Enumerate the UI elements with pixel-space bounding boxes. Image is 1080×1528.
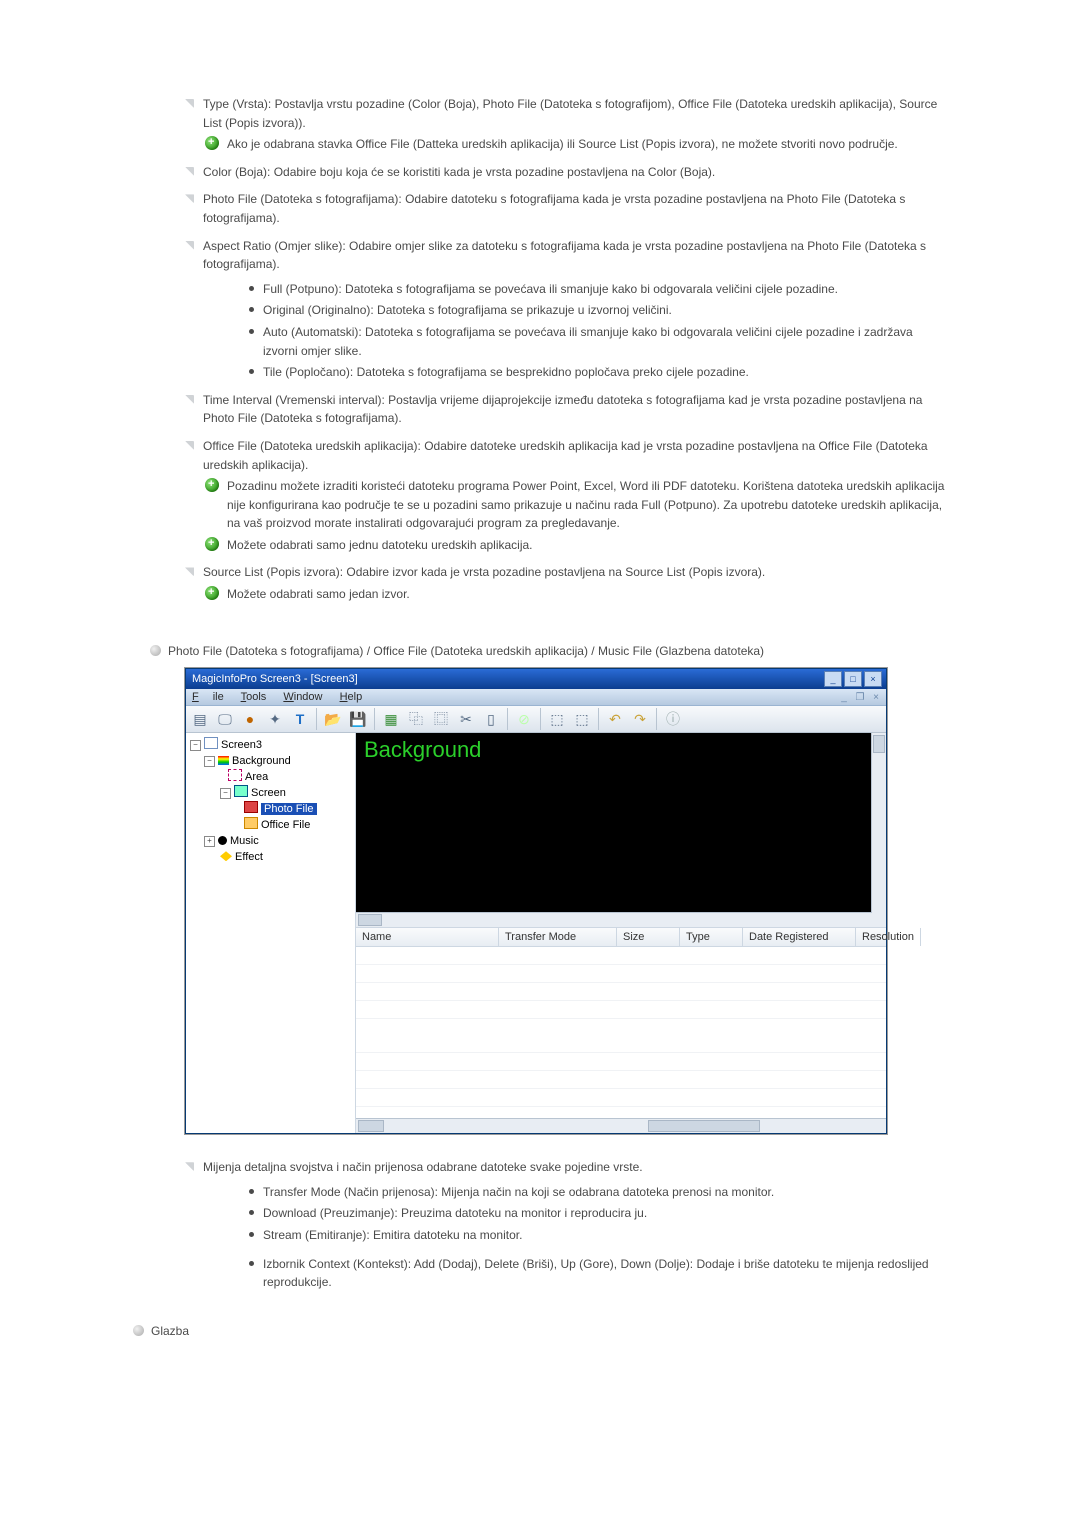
app-window: MagicInfoPro Screen3 - [Screen3] _ □ × F… <box>185 668 887 1134</box>
office-icon <box>244 817 258 829</box>
minimize-icon[interactable]: _ <box>824 671 842 687</box>
gear-icon[interactable]: ✦ <box>264 708 286 730</box>
context-menu: Izbornik Context (Kontekst): Add (Dodaj)… <box>249 1255 950 1292</box>
separator-icon <box>540 708 541 730</box>
table-row[interactable] <box>356 1089 886 1107</box>
item-source: Source List (Popis izvora): Odabire izvo… <box>185 563 950 603</box>
item-changes: Mijenja detaljna svojstva i način prijen… <box>185 1158 950 1292</box>
tree-photo-file[interactable]: Photo File <box>261 803 317 815</box>
menu-file[interactable]: File <box>192 691 224 703</box>
preview-label: Background <box>364 737 481 763</box>
note-type: Ako je odabrana stavka Office File (Datt… <box>205 135 950 154</box>
mdi-restore-icon[interactable]: ❐ <box>854 691 866 703</box>
separator-icon <box>598 708 599 730</box>
table-row[interactable] <box>356 1035 886 1053</box>
tree-music[interactable]: Music <box>230 835 259 847</box>
col-type[interactable]: Type <box>680 928 743 946</box>
note-office-2: Možete odabrati samo jednu datoteku ured… <box>205 536 950 555</box>
download: Download (Preuzimanje): Preuzima datotek… <box>249 1204 950 1223</box>
tree-panel: −Screen3 −Background Area −Screen Photo … <box>186 733 356 1133</box>
separator-icon <box>374 708 375 730</box>
send-back-icon[interactable]: ⬚ <box>571 708 593 730</box>
tree-effect[interactable]: Effect <box>235 851 263 863</box>
col-transfer-mode[interactable]: Transfer Mode <box>499 928 617 946</box>
mdi-bar: File Tools Window Help _ ❐ × <box>186 689 886 706</box>
aspect-full: Full (Potpuno): Datoteka s fotografijama… <box>249 280 950 299</box>
section-heading: Photo File (Datoteka s fotografijama) / … <box>150 642 950 661</box>
redo-icon[interactable]: ↷ <box>629 708 651 730</box>
separator-icon <box>316 708 317 730</box>
bring-front-icon[interactable]: ⬚ <box>546 708 568 730</box>
screen-icon[interactable]: 🖵 <box>214 708 236 730</box>
picture-icon[interactable]: ▦ <box>380 708 402 730</box>
item-time: Time Interval (Vremenski interval): Post… <box>185 391 950 428</box>
screen-icon <box>204 737 218 749</box>
transfer-mode: Transfer Mode (Način prijenosa): Mijenja… <box>249 1183 950 1202</box>
text: Type (Vrsta): Postavlja vrstu pozadine (… <box>203 97 937 130</box>
preview-area: Background <box>356 733 886 928</box>
scrollbar-vertical[interactable] <box>871 733 886 927</box>
area-icon <box>228 769 242 781</box>
table-row[interactable] <box>356 1053 886 1071</box>
table-row[interactable] <box>356 947 886 965</box>
tree-office-file[interactable]: Office File <box>261 819 310 831</box>
info-icon[interactable]: ⓘ <box>662 708 684 730</box>
menu-tools[interactable]: Tools <box>241 691 267 703</box>
tree-background[interactable]: Background <box>232 755 291 767</box>
tool-icon[interactable]: ▤ <box>189 708 211 730</box>
titlebar: MagicInfoPro Screen3 - [Screen3] _ □ × <box>186 669 886 689</box>
close-icon[interactable]: × <box>864 671 882 687</box>
item-office: Office File (Datoteka uredskih aplikacij… <box>185 437 950 555</box>
section-glazba: Glazba <box>133 1322 950 1341</box>
globe-icon[interactable]: ● <box>239 708 261 730</box>
tree-screen[interactable]: Screen <box>251 787 286 799</box>
item-aspect: Aspect Ratio (Omjer slike): Odabire omje… <box>185 237 950 382</box>
copy-icon[interactable]: ⿻ <box>405 708 427 730</box>
save-icon[interactable]: 💾 <box>347 708 369 730</box>
col-size[interactable]: Size <box>617 928 680 946</box>
aspect-tile: Tile (Popločano): Datoteka s fotografija… <box>249 363 950 382</box>
paste-icon[interactable]: ⿴ <box>430 708 452 730</box>
scrollbar-horizontal[interactable] <box>356 1118 886 1133</box>
scrollbar-horizontal[interactable] <box>356 912 872 927</box>
col-name[interactable]: Name <box>356 928 499 946</box>
table-row[interactable] <box>356 1001 886 1019</box>
separator-icon <box>507 708 508 730</box>
item-type: Type (Vrsta): Postavlja vrstu pozadine (… <box>185 95 950 154</box>
doc-icon[interactable]: ▯ <box>480 708 502 730</box>
mdi-close-icon[interactable]: × <box>870 691 882 703</box>
text-icon[interactable]: T <box>289 708 311 730</box>
col-date[interactable]: Date Registered <box>743 928 856 946</box>
open-icon[interactable]: 📂 <box>322 708 344 730</box>
aspect-original: Original (Originalno): Datoteka s fotogr… <box>249 301 950 320</box>
mdi-minimize-icon[interactable]: _ <box>838 691 850 703</box>
music-icon <box>218 836 227 845</box>
effect-icon <box>220 851 232 861</box>
menu-window[interactable]: Window <box>283 691 322 703</box>
table-row[interactable] <box>356 1071 886 1089</box>
col-resolution[interactable]: Resolution <box>856 928 921 946</box>
maximize-icon[interactable]: □ <box>844 671 862 687</box>
stream: Stream (Emitiranje): Emitira datoteku na… <box>249 1226 950 1245</box>
table-row[interactable] <box>356 983 886 1001</box>
note-source: Možete odabrati samo jedan izvor. <box>205 585 950 604</box>
file-grid: Name Transfer Mode Size Type Date Regist… <box>356 928 886 1133</box>
block-icon[interactable]: ⊘ <box>513 708 535 730</box>
background-icon <box>218 756 229 765</box>
table-row[interactable] <box>356 965 886 983</box>
screen-node-icon <box>234 785 248 797</box>
photo-icon <box>244 801 258 813</box>
tree-screen3[interactable]: Screen3 <box>221 739 262 751</box>
app-title: MagicInfoPro Screen3 - [Screen3] <box>192 673 358 685</box>
undo-icon[interactable]: ↶ <box>604 708 626 730</box>
cut-icon[interactable]: ✂ <box>455 708 477 730</box>
separator-icon <box>656 708 657 730</box>
toolbar: ▤ 🖵 ● ✦ T 📂 💾 ▦ ⿻ ⿴ ✂ ▯ ⊘ ⬚ ⬚ ↶ ↷ ⓘ <box>186 706 886 733</box>
menu-help[interactable]: Help <box>340 691 363 703</box>
tree-area[interactable]: Area <box>245 771 268 783</box>
item-color: Color (Boja): Odabire boju koja će se ko… <box>185 163 950 182</box>
note-office-1: Pozadinu možete izraditi koristeći datot… <box>205 477 950 533</box>
item-photo: Photo File (Datoteka s fotografijama): O… <box>185 190 950 227</box>
aspect-auto: Auto (Automatski): Datoteka s fotografij… <box>249 323 950 360</box>
